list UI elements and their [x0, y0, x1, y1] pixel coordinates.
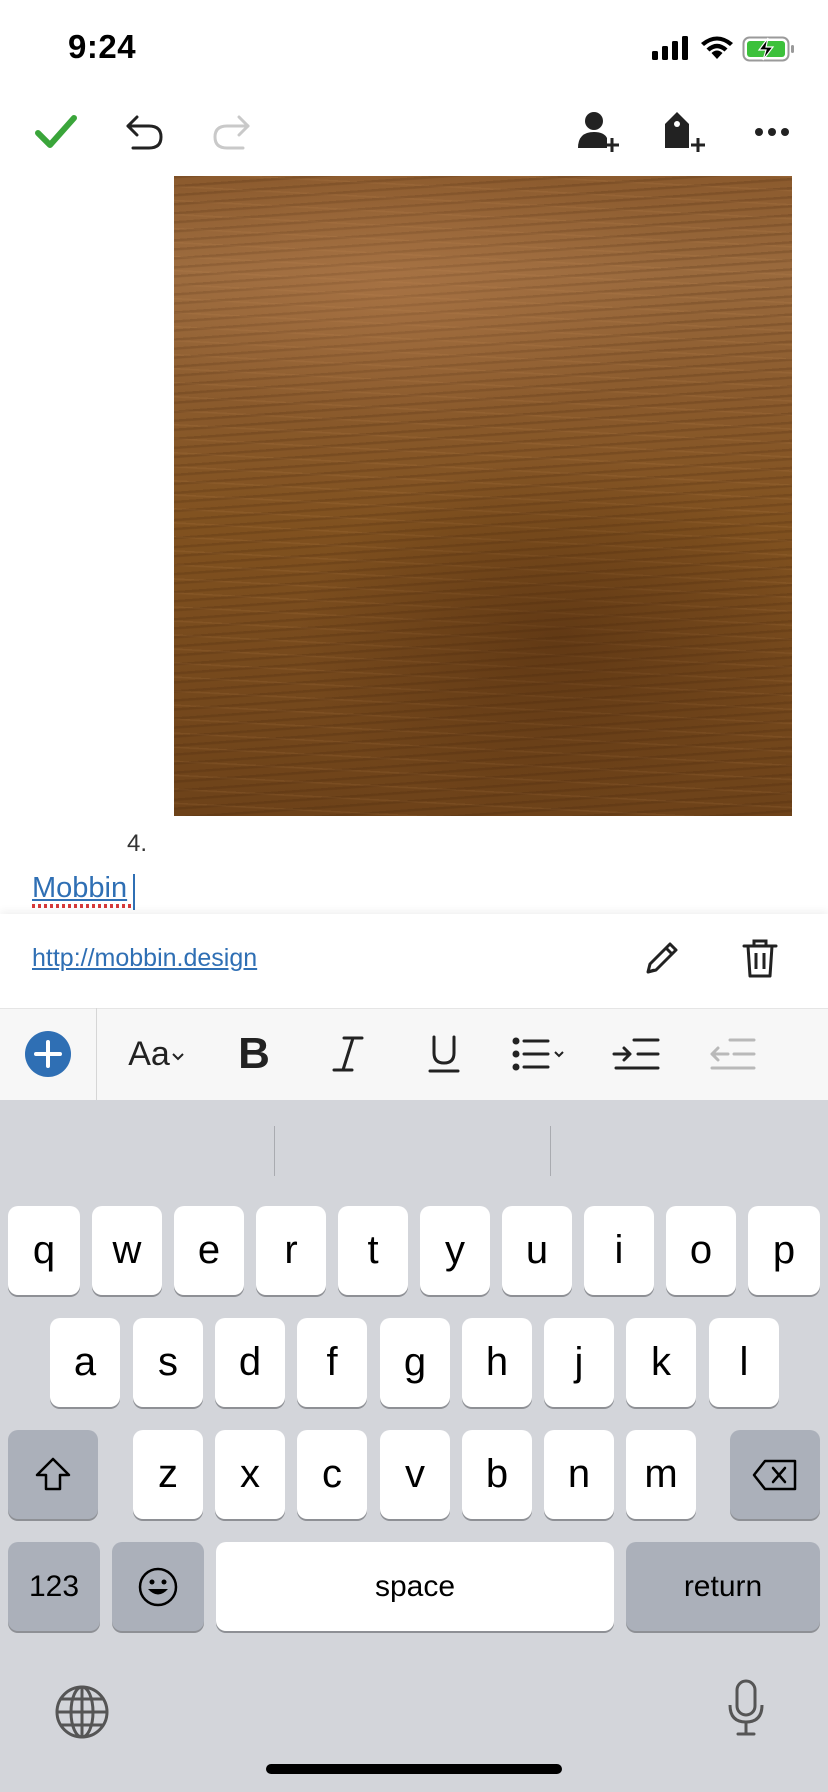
delete-link-trash-icon[interactable]	[738, 936, 782, 985]
bold-label: B	[238, 1029, 270, 1078]
key-u[interactable]: u	[502, 1206, 572, 1295]
home-indicator	[266, 1764, 562, 1774]
done-check-icon[interactable]	[26, 102, 86, 162]
return-key[interactable]: return	[626, 1542, 820, 1631]
underline-icon[interactable]	[412, 1024, 476, 1084]
key-y[interactable]: y	[420, 1206, 490, 1295]
battery-charging-icon	[742, 36, 796, 67]
spellcheck-underline	[32, 904, 132, 908]
key-z[interactable]: z	[133, 1430, 203, 1519]
key-d[interactable]: d	[215, 1318, 285, 1407]
key-s[interactable]: s	[133, 1318, 203, 1407]
link-text[interactable]: Mobbin	[32, 872, 127, 905]
key-j[interactable]: j	[544, 1318, 614, 1407]
outdent-icon[interactable]	[700, 1024, 764, 1084]
key-c[interactable]: c	[297, 1430, 367, 1519]
key-r[interactable]: r	[256, 1206, 326, 1295]
italic-icon[interactable]	[316, 1024, 380, 1084]
tag-add-icon[interactable]	[654, 102, 714, 162]
key-i[interactable]: i	[584, 1206, 654, 1295]
globe-icon[interactable]	[54, 1684, 110, 1745]
numbers-key[interactable]: 123	[8, 1542, 100, 1631]
backspace-icon	[752, 1459, 797, 1490]
status-time: 9:24	[68, 28, 137, 65]
bold-button[interactable]: B	[222, 1024, 286, 1084]
insert-plus-icon[interactable]	[24, 1030, 72, 1083]
microphone-icon[interactable]	[726, 1678, 766, 1743]
font-style-label: Aa	[128, 1034, 170, 1073]
key-w[interactable]: w	[92, 1206, 162, 1295]
prediction-divider	[550, 1126, 551, 1176]
prediction-divider	[274, 1126, 275, 1176]
key-q[interactable]: q	[8, 1206, 80, 1295]
list-number: 4.	[127, 830, 148, 857]
key-f[interactable]: f	[297, 1318, 367, 1407]
key-a[interactable]: a	[50, 1318, 120, 1407]
emoji-icon	[138, 1567, 178, 1606]
shift-arrow-icon	[35, 1457, 71, 1490]
key-l[interactable]: l	[709, 1318, 779, 1407]
key-e[interactable]: e	[174, 1206, 244, 1295]
shift-key[interactable]	[8, 1430, 98, 1519]
key-p[interactable]: p	[748, 1206, 820, 1295]
key-h[interactable]: h	[462, 1318, 532, 1407]
key-x[interactable]: x	[215, 1430, 285, 1519]
emoji-key[interactable]	[112, 1542, 204, 1631]
key-v[interactable]: v	[380, 1430, 450, 1519]
wifi-icon	[700, 34, 734, 65]
key-b[interactable]: b	[462, 1430, 532, 1519]
delete-key[interactable]	[730, 1430, 820, 1519]
space-key[interactable]: space	[216, 1542, 614, 1631]
font-style-button[interactable]: Aa	[124, 1024, 188, 1084]
redo-icon[interactable]	[202, 102, 262, 162]
indent-icon[interactable]	[604, 1024, 668, 1084]
key-k[interactable]: k	[626, 1318, 696, 1407]
undo-icon[interactable]	[114, 102, 174, 162]
text-cursor	[133, 874, 135, 910]
link-url[interactable]: http://mobbin.design	[32, 944, 257, 973]
wood-photo-image[interactable]	[174, 176, 792, 816]
key-g[interactable]: g	[380, 1318, 450, 1407]
key-t[interactable]: t	[338, 1206, 408, 1295]
toolbar-divider	[96, 1008, 97, 1100]
key-o[interactable]: o	[666, 1206, 736, 1295]
edit-link-pencil-icon[interactable]	[640, 936, 684, 985]
cellular-signal-icon	[652, 36, 690, 65]
key-m[interactable]: m	[626, 1430, 696, 1519]
key-n[interactable]: n	[544, 1430, 614, 1519]
share-person-add-icon[interactable]	[568, 102, 628, 162]
more-options-icon[interactable]	[742, 102, 802, 162]
bullet-list-icon[interactable]	[508, 1024, 572, 1084]
